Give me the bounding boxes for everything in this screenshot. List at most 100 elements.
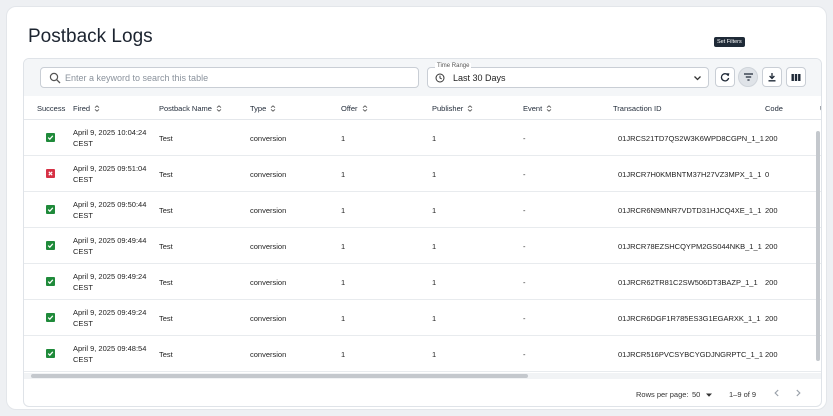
fired-timezone: CEST <box>73 247 94 256</box>
sort-icon <box>362 105 367 112</box>
event-cell: - <box>523 134 526 143</box>
set-filters-button[interactable] <box>738 67 758 87</box>
sort-icon <box>270 105 276 112</box>
postback-name-cell: Test <box>159 350 173 359</box>
fired-cell: April 9, 2025 09:51:04 CEST <box>73 163 146 185</box>
chevron-left-icon[interactable] <box>772 388 782 398</box>
rows-per-page-label: Rows per page: <box>636 390 689 399</box>
column-header-postback-name[interactable]: Postback Name <box>159 104 222 113</box>
fired-date: April 9, 2025 09:49:24 <box>73 272 147 281</box>
transaction-id-cell: 01JRCR7H0KMBNTM37H27VZ3MPX_1_1 <box>618 170 762 179</box>
chevron-right-icon[interactable] <box>793 388 803 398</box>
download-button[interactable] <box>762 67 782 87</box>
time-range-select[interactable]: Time Range Last 30 Days <box>427 63 709 88</box>
column-header-code: Code <box>765 104 783 113</box>
table-row[interactable]: April 9, 2025 09:49:24 CEST Test conversi… <box>24 264 821 300</box>
fired-cell: April 9, 2025 09:50:44 CEST <box>73 199 146 221</box>
fired-timezone: CEST <box>73 355 94 364</box>
postback-name-cell: Test <box>159 170 173 179</box>
sort-icon <box>467 105 473 112</box>
chevron-down-icon <box>694 76 701 81</box>
table-row[interactable]: April 9, 2025 10:04:24 CEST Test conversi… <box>24 120 821 156</box>
success-check-icon <box>46 241 55 250</box>
event-cell: - <box>523 170 526 179</box>
fired-timezone: CEST <box>73 319 94 328</box>
column-label: Offer <box>341 104 358 113</box>
event-cell: - <box>523 242 526 251</box>
fired-cell: April 9, 2025 09:49:24 CEST <box>73 271 146 293</box>
column-header-fired[interactable]: Fired <box>73 104 100 113</box>
table-row[interactable]: April 9, 2025 09:50:44 CEST Test conversi… <box>24 192 821 228</box>
column-header-event[interactable]: Event <box>523 104 552 113</box>
table-row[interactable]: April 9, 2025 09:49:44 CEST Test conversi… <box>24 228 821 264</box>
type-cell: conversion <box>250 134 287 143</box>
type-cell: conversion <box>250 314 287 323</box>
fired-cell: April 9, 2025 10:04:24 CEST <box>73 127 146 149</box>
fired-timezone: CEST <box>73 139 94 148</box>
search-box[interactable] <box>40 67 419 88</box>
fired-timezone: CEST <box>73 211 94 220</box>
fired-cell: April 9, 2025 09:48:54 CEST <box>73 343 146 365</box>
fired-date: April 9, 2025 09:48:54 <box>73 344 147 353</box>
column-header-publisher[interactable]: Publisher <box>432 104 473 113</box>
column-label: U <box>820 104 821 113</box>
logs-table-panel: Time Range Last 30 Days Success Fired Po… <box>23 58 822 407</box>
column-label: Type <box>250 104 267 113</box>
table-row[interactable]: April 9, 2025 09:51:04 CEST Test conversi… <box>24 156 821 192</box>
filter-icon <box>743 73 753 81</box>
publisher-cell: 1 <box>432 314 437 323</box>
column-label: Fired <box>73 104 91 113</box>
column-header-truncated: U <box>820 104 821 113</box>
history-icon <box>435 73 445 83</box>
column-label: Success <box>37 104 66 113</box>
type-cell: conversion <box>250 242 287 251</box>
column-header-offer[interactable]: Offer <box>341 104 368 113</box>
vertical-scrollbar[interactable] <box>816 131 820 361</box>
event-cell: - <box>523 350 526 359</box>
horizontal-scrollbar[interactable] <box>31 374 528 378</box>
transaction-id-cell: 01JRCR78EZSHCQYPM2GS044NKB_1_1 <box>618 242 762 251</box>
transaction-id-cell: 01JRCR516PVCSYBCYGDJNGRPTC_1_1 <box>618 350 764 359</box>
success-check-icon <box>46 205 55 214</box>
refresh-icon <box>720 73 730 82</box>
offer-cell: 1 <box>341 206 346 215</box>
fired-date: April 9, 2025 09:49:24 <box>73 308 147 317</box>
type-cell: conversion <box>250 170 287 179</box>
success-check-icon <box>46 277 55 286</box>
column-header-transaction-id: Transaction ID <box>613 104 662 113</box>
table-body: April 9, 2025 10:04:24 CEST Test conversi… <box>24 120 821 373</box>
column-label: Event <box>523 104 543 113</box>
page-card: Postback Logs Time Range Last 30 Days <box>6 6 827 410</box>
table-row[interactable]: April 9, 2025 09:48:54 CEST Test conversi… <box>24 336 821 372</box>
offer-cell: 1 <box>341 314 346 323</box>
code-cell: 200 <box>765 278 778 287</box>
search-icon <box>49 72 61 84</box>
type-cell: conversion <box>250 350 287 359</box>
table-toolbar: Time Range Last 30 Days <box>24 59 821 96</box>
publisher-cell: 1 <box>432 278 437 287</box>
sort-icon <box>216 105 222 112</box>
column-header-type[interactable]: Type <box>250 104 276 113</box>
fired-date: April 9, 2025 10:04:24 <box>73 128 147 137</box>
refresh-button[interactable] <box>715 67 735 87</box>
code-cell: 200 <box>765 314 778 323</box>
success-check-icon <box>46 133 55 142</box>
publisher-cell: 1 <box>432 206 437 215</box>
caret-down-icon <box>706 393 713 397</box>
download-icon <box>768 73 776 82</box>
set-filters-tooltip: Set Filters <box>714 37 745 47</box>
offer-cell: 1 <box>341 170 346 179</box>
page-title: Postback Logs <box>28 26 153 47</box>
search-input[interactable] <box>65 70 405 85</box>
sort-icon <box>94 105 100 112</box>
offer-cell: 1 <box>341 350 346 359</box>
rows-per-page-select[interactable]: 50 <box>692 390 713 399</box>
column-label: Transaction ID <box>613 104 662 113</box>
transaction-id-cell: 01JRCS21TD7QS2W3K6WPD8CGPN_1_1 <box>618 134 764 143</box>
table-row[interactable]: April 9, 2025 09:49:24 CEST Test conversi… <box>24 300 821 336</box>
column-label: Code <box>765 104 783 113</box>
columns-button[interactable] <box>786 67 806 87</box>
offer-cell: 1 <box>341 242 346 251</box>
event-cell: - <box>523 314 526 323</box>
transaction-id-cell: 01JRCR62TR81C2SW506DT3BAZP_1_1 <box>618 278 758 287</box>
